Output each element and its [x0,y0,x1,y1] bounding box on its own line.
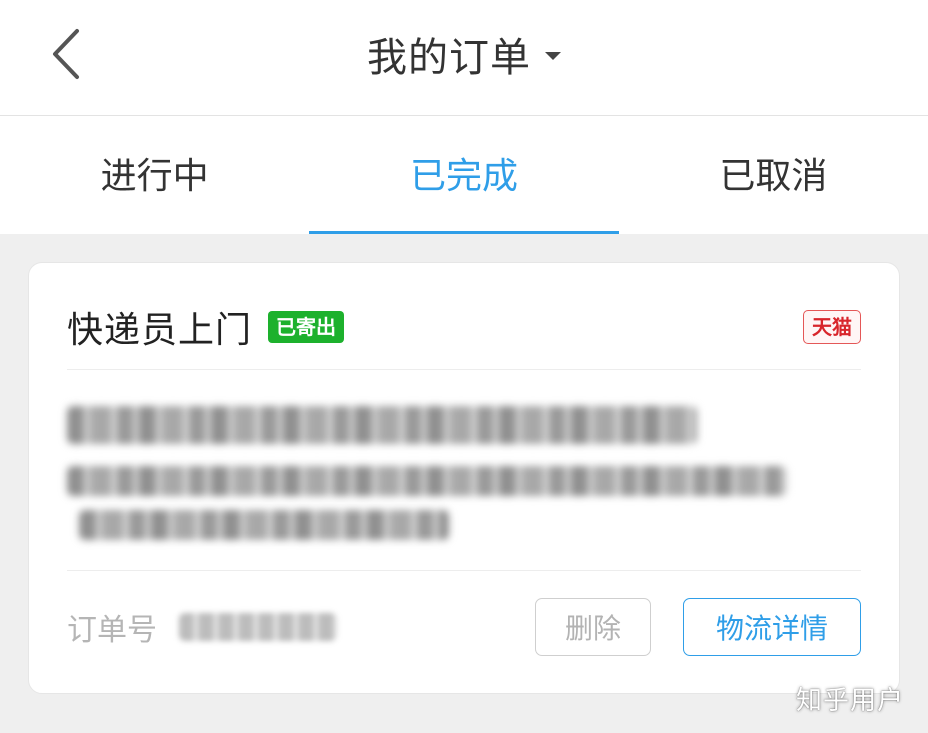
order-number-label: 订单号 [67,613,157,648]
caret-down-icon [545,52,561,60]
order-card[interactable]: 快递员上门 已寄出 天猫 订单号 删除 物流详情 [28,262,900,694]
delete-button[interactable]: 删除 [535,598,651,656]
order-number-redacted [179,613,337,641]
order-status-tabs: 进行中 已完成 已取消 [0,116,928,234]
platform-badge: 天猫 [803,310,861,344]
service-title: 快递员上门 [67,310,253,351]
app-header: 我的订单 [0,0,928,116]
order-card-footer: 订单号 删除 物流详情 [67,593,861,661]
redacted-line [67,406,697,444]
order-card-header: 快递员上门 已寄出 天猫 [67,285,861,370]
redacted-line [67,466,787,496]
redacted-line [79,510,449,540]
title-dropdown[interactable]: 我的订单 [0,26,928,82]
status-badge: 已寄出 [268,311,345,343]
logistics-details-button[interactable]: 物流详情 [683,598,861,656]
zhihu-watermark: 知乎用户 [795,686,904,716]
page-title: 我的订单 [367,35,531,81]
tab-in-progress[interactable]: 进行中 [0,116,309,234]
tab-cancelled[interactable]: 已取消 [619,116,928,234]
address-block-redacted [67,370,861,571]
tab-completed[interactable]: 已完成 [309,116,619,234]
